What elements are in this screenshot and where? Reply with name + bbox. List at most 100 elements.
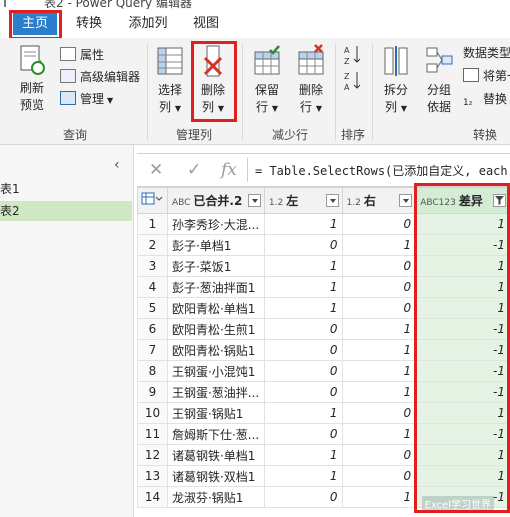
cell-diff[interactable]: -1 [415,360,510,382]
row-number[interactable]: 7 [137,339,168,361]
column-header-left[interactable]: 1.2 左 [263,187,343,214]
row-number[interactable]: 11 [137,423,168,445]
row-number[interactable]: 13 [137,465,168,487]
cell-left[interactable]: 1 [263,255,343,277]
row-number[interactable]: 9 [137,381,168,403]
cell-right[interactable]: 1 [341,234,417,256]
cell-merged[interactable]: 王钢蛋·锅贴1 [166,402,265,424]
filter-dropdown-icon[interactable] [247,194,261,207]
choose-columns-button[interactable]: 选择 列 ▼ [152,44,188,115]
cell-diff[interactable]: -1 [415,318,510,340]
table-row[interactable]: 6 欧阳青松·生煎1 0 1 -1 [137,318,510,340]
cell-left[interactable]: 1 [263,402,343,424]
cell-merged[interactable]: 龙淑芬·锅贴1 [166,486,265,508]
table-row[interactable]: 12 诸葛钢铁·单档1 1 0 1 [137,444,510,466]
table-row[interactable]: 5 欧阳青松·单档1 1 0 1 [137,297,510,319]
row-number[interactable]: 2 [137,234,168,256]
use-first-row-button[interactable]: 将第一 [463,67,510,84]
cell-right[interactable]: 0 [341,297,417,319]
table-corner-menu[interactable] [137,187,168,214]
sort-descending-button[interactable]: ZA [344,70,362,95]
cell-right[interactable]: 1 [341,381,417,403]
filter-active-icon[interactable] [493,194,506,207]
table-row[interactable]: 2 彭子·单档1 0 1 -1 [137,234,510,256]
tab-view[interactable]: 视图 [186,13,226,35]
cell-right[interactable]: 0 [341,402,417,424]
cell-left[interactable]: 1 [263,465,343,487]
refresh-preview-button[interactable]: 刷新 预览 [10,44,54,113]
cell-right[interactable]: 1 [341,339,417,361]
cell-left[interactable]: 1 [263,297,343,319]
table-row[interactable]: 13 诸葛钢铁·双档1 1 0 1 [137,465,510,487]
cell-right[interactable]: 1 [341,360,417,382]
cell-merged[interactable]: 欧阳青松·单档1 [166,297,265,319]
row-number[interactable]: 1 [137,213,168,235]
cell-diff[interactable]: -1 [415,381,510,403]
cell-left[interactable]: 1 [263,276,343,298]
split-column-button[interactable]: 拆分 列 ▼ [376,44,416,115]
row-number[interactable]: 4 [137,276,168,298]
row-number[interactable]: 10 [137,402,168,424]
cell-diff[interactable]: 1 [415,444,510,466]
fx-icon[interactable]: fx [221,160,237,180]
cell-diff[interactable]: 1 [415,402,510,424]
cell-right[interactable]: 0 [341,465,417,487]
cancel-icon[interactable]: ✕ [149,160,163,180]
tab-transform[interactable]: 转换 [69,13,109,35]
row-number[interactable]: 8 [137,360,168,382]
cell-left[interactable]: 1 [263,444,343,466]
cell-merged[interactable]: 欧阳青松·生煎1 [166,318,265,340]
table-row[interactable]: 8 王钢蛋·小混饨1 0 1 -1 [137,360,510,382]
cell-diff[interactable]: 1 [415,297,510,319]
column-header-diff[interactable]: ABC123 差异 [415,187,510,214]
row-number[interactable]: 6 [137,318,168,340]
cell-merged[interactable]: 王钢蛋·葱油拌... [166,381,265,403]
row-number[interactable]: 12 [137,444,168,466]
filter-dropdown-icon[interactable] [325,194,339,207]
cell-merged[interactable]: 诸葛钢铁·单档1 [166,444,265,466]
data-type-button[interactable]: 数据类型 [463,44,510,61]
cell-left[interactable]: 0 [263,423,343,445]
cell-diff[interactable]: 1 [415,255,510,277]
cell-right[interactable]: 1 [341,318,417,340]
cell-merged[interactable]: 彭子·单档1 [166,234,265,256]
collapse-pane-icon[interactable]: ‹ [114,157,120,173]
table-row[interactable]: 7 欧阳青松·锅贴1 0 1 -1 [137,339,510,361]
row-number[interactable]: 3 [137,255,168,277]
cell-merged[interactable]: 欧阳青松·锅贴1 [166,339,265,361]
cell-diff[interactable]: -1 [415,234,510,256]
cell-diff[interactable]: 1 [415,213,510,235]
keep-rows-button[interactable]: 保留 行 ▼ [247,44,287,115]
quick-access-icon[interactable] [4,0,16,7]
cell-right[interactable]: 0 [341,213,417,235]
table-row[interactable]: 11 詹姆斯下仕·葱... 0 1 -1 [137,423,510,445]
replace-values-button[interactable]: 1₂ 替换 [463,90,507,110]
cell-left[interactable]: 1 [263,213,343,235]
cell-left[interactable]: 0 [263,318,343,340]
sort-ascending-button[interactable]: AZ [344,44,362,69]
cell-right[interactable]: 1 [341,486,417,508]
cell-merged[interactable]: 詹姆斯下仕·葱... [166,423,265,445]
column-header-right[interactable]: 1.2 右 [341,187,417,214]
row-number[interactable]: 14 [137,486,168,508]
cell-right[interactable]: 0 [341,255,417,277]
cell-diff[interactable]: -1 [415,339,510,361]
cell-left[interactable]: 0 [263,360,343,382]
table-row[interactable]: 9 王钢蛋·葱油拌... 0 1 -1 [137,381,510,403]
cell-diff[interactable]: -1 [415,423,510,445]
table-row[interactable]: 1 孙李秀珍·大混... 1 0 1 [137,213,510,235]
tab-add-column[interactable]: 添加列 [123,13,173,35]
table-row[interactable]: 4 彭子·葱油拌面1 1 0 1 [137,276,510,298]
manage-button[interactable]: 管理 ▼ [60,90,113,107]
cell-right[interactable]: 1 [341,423,417,445]
confirm-icon[interactable]: ✓ [187,160,201,180]
cell-merged[interactable]: 王钢蛋·小混饨1 [166,360,265,382]
cell-left[interactable]: 0 [263,234,343,256]
cell-diff[interactable]: 1 [415,465,510,487]
row-number[interactable]: 5 [137,297,168,319]
table-row[interactable]: 3 彭子·菜饭1 1 0 1 [137,255,510,277]
cell-left[interactable]: 0 [263,381,343,403]
table-row[interactable]: 10 王钢蛋·锅贴1 1 0 1 [137,402,510,424]
query-item-selected[interactable]: 表2 [0,201,132,221]
cell-right[interactable]: 0 [341,276,417,298]
